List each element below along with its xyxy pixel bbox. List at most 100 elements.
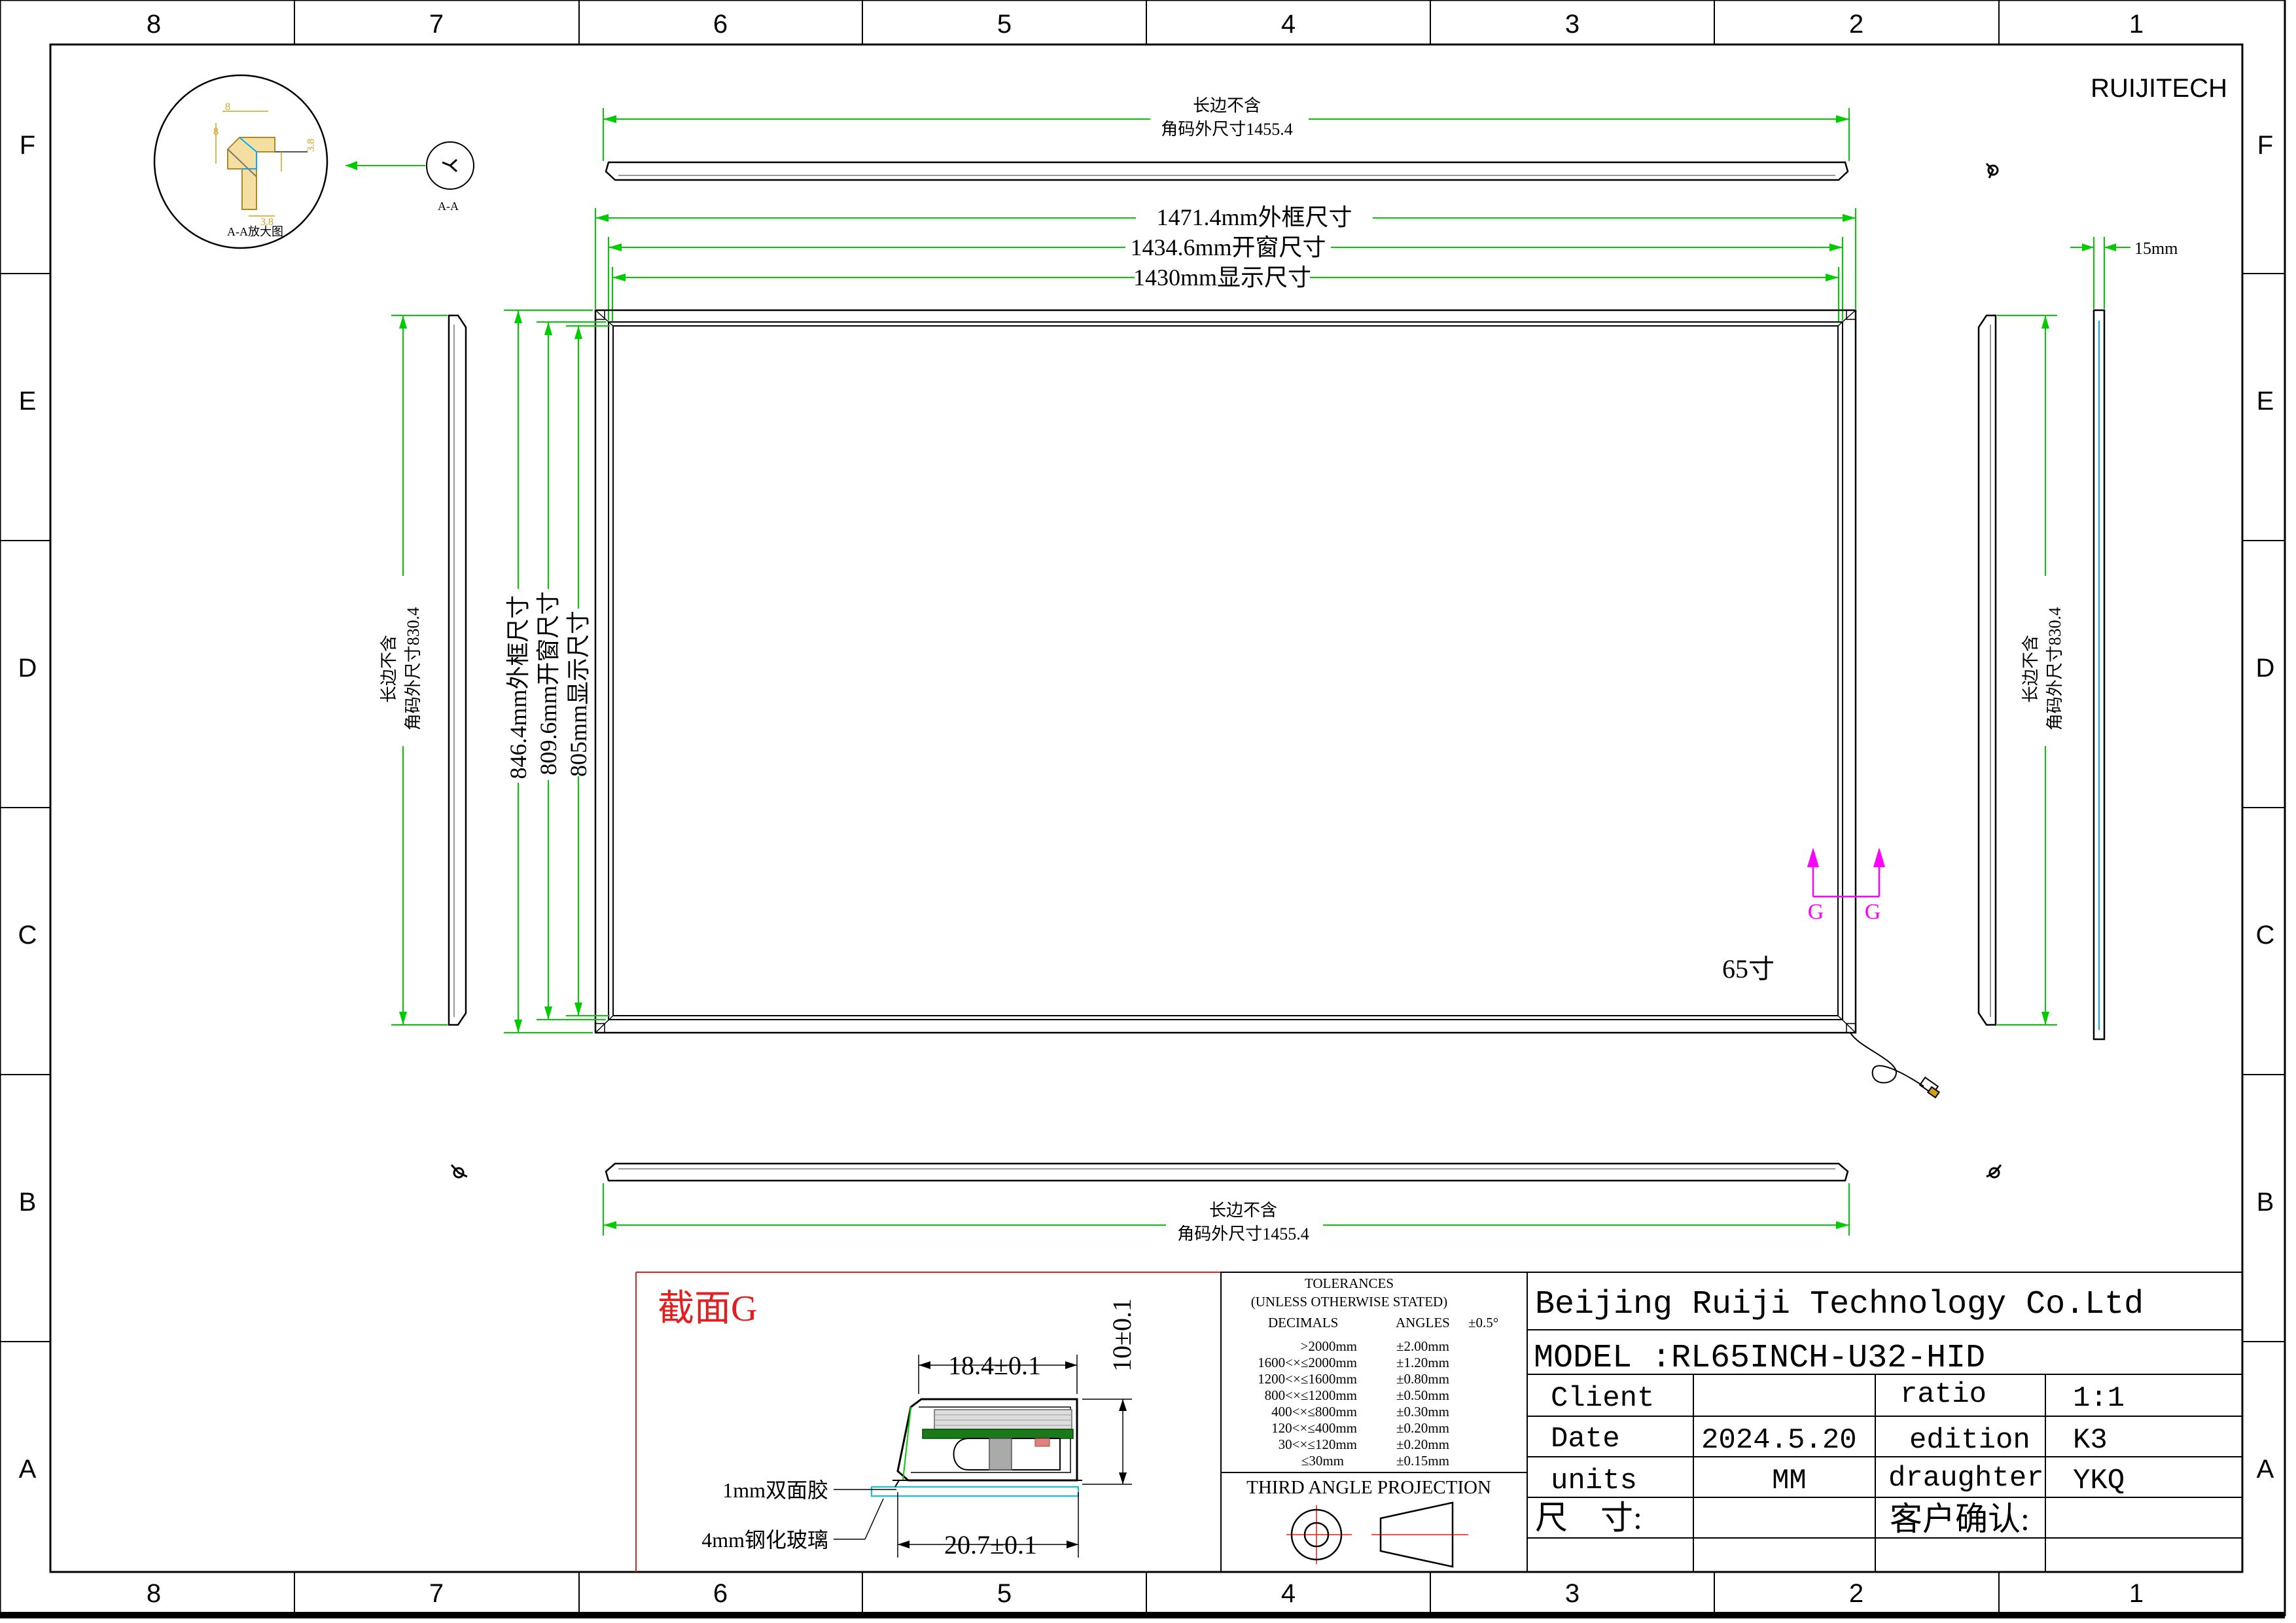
left-rail-label-1: 长边不含 <box>380 635 398 703</box>
row-label-E: E <box>19 387 37 416</box>
side-view <box>2093 309 2106 1041</box>
ratio-label: ratio <box>1900 1378 1987 1411</box>
brand-label: RUIJITECH <box>2091 74 2227 103</box>
detail-view-aa: 8 8 3.8 3.8 A-A放大图 A-A <box>153 74 474 249</box>
window-width-arrow-l <box>609 243 622 251</box>
detail-caption: A-A放大图 <box>227 225 283 238</box>
tolerances-block: TOLERANCES (UNLESS OTHERWISE STATED) DEC… <box>1220 1272 1528 1573</box>
section-height: 10±0.1 <box>1107 1298 1137 1372</box>
window-width-arrow-r <box>1829 243 1843 251</box>
bottom-rail-arrow-left <box>603 1221 616 1229</box>
row-label-B-right: B <box>2257 1188 2274 1217</box>
window-height-label: 809.6mm开窗尺寸 <box>535 591 561 775</box>
client-label: Client <box>1551 1382 1654 1415</box>
row-label-D-right: D <box>2256 654 2275 683</box>
right-rail <box>1977 314 1997 1026</box>
tol-value: ±0.15mm <box>1396 1453 1449 1469</box>
outer-height-arrow-b <box>514 1020 522 1033</box>
date-value: 2024.5.20 <box>1701 1424 1857 1457</box>
usb-cable-icon <box>1850 1032 1940 1099</box>
customer-confirm-label: 客户确认: <box>1890 1501 2030 1537</box>
row-label-E-right: E <box>2257 387 2274 416</box>
tol-range: 400<×≤800mm <box>1271 1404 1357 1419</box>
col-label-1-bottom: 1 <box>2129 1579 2144 1608</box>
screw-icon <box>1986 1164 2002 1179</box>
right-rail-label-2: 角码外尺寸830.4 <box>2045 607 2064 731</box>
col-label-2-bottom: 2 <box>1849 1579 1863 1608</box>
detail-dim-right: 3.8 <box>306 139 317 152</box>
col-label-1: 1 <box>2129 10 2144 39</box>
size-label: 65寸 <box>1722 954 1775 984</box>
row-label-A: A <box>19 1455 37 1484</box>
row-label-F-right: F <box>2257 131 2273 160</box>
section-tape-label: 1mm双面胶 <box>722 1478 828 1502</box>
right-rail-label-1: 长边不含 <box>2021 635 2040 703</box>
col-label-7-bottom: 7 <box>429 1579 444 1608</box>
display-width-arrow-l <box>612 274 626 281</box>
display-width-label: 1430mm显示尺寸 <box>1133 264 1311 291</box>
edition-value: K3 <box>2073 1424 2108 1457</box>
window-width-label: 1434.6mm开窗尺寸 <box>1130 234 1326 260</box>
section-glass-label: 4mm钢化玻璃 <box>701 1528 828 1552</box>
section-label-left: G <box>1808 900 1824 924</box>
units-label: units <box>1551 1465 1637 1497</box>
top-rail <box>605 161 1849 181</box>
bottom-rail-arrow-right <box>1836 1221 1849 1229</box>
window-height-arrow-b <box>544 1007 552 1020</box>
section-arrow-right <box>1873 847 1885 867</box>
display-width-arrow-r <box>1826 274 1839 281</box>
section-arrow-left <box>1807 847 1819 867</box>
tol-range: >2000mm <box>1300 1338 1357 1354</box>
depth-dimension <box>2070 237 2130 309</box>
tol-range: ≤30mm <box>1301 1453 1344 1469</box>
tol-value: ±0.20mm <box>1396 1420 1449 1436</box>
col-label-4: 4 <box>1281 10 1296 39</box>
top-rail-label-2: 角码外尺寸1455.4 <box>1161 120 1293 139</box>
display-height-arrow-b <box>574 1003 582 1016</box>
tol-value: ±0.30mm <box>1396 1404 1449 1419</box>
draughter-value: YKQ <box>2073 1465 2125 1497</box>
screw-icon <box>450 1164 468 1179</box>
left-rail-arrow-bottom <box>399 1012 407 1025</box>
col-label-5-bottom: 5 <box>997 1579 1012 1608</box>
projection-label: THIRD ANGLE PROJECTION <box>1246 1477 1491 1498</box>
tol-range: 120<×≤400mm <box>1271 1420 1357 1436</box>
row-label-B: B <box>19 1188 37 1217</box>
bottom-rail-label-1: 长边不含 <box>1209 1201 1277 1220</box>
display-height-arrow-t <box>574 326 582 339</box>
window-height-arrow-t <box>544 322 552 335</box>
company-name: Beijing Ruiji Technology Co.Ltd <box>1535 1286 2144 1323</box>
main-frame <box>594 309 1857 1034</box>
tolerances-subtitle: (UNLESS OTHERWISE STATED) <box>1251 1294 1447 1310</box>
ratio-value: 1:1 <box>2073 1382 2125 1415</box>
row-label-D: D <box>18 654 37 683</box>
units-value: MM <box>1772 1465 1807 1497</box>
row-label-A-right: A <box>2257 1455 2274 1484</box>
row-label-C-right: C <box>2256 921 2275 950</box>
bottom-rail-label-2: 角码外尺寸1455.4 <box>1177 1224 1309 1243</box>
depth-label: 15mm <box>2134 239 2178 258</box>
outer-width-label: 1471.4mm外框尺寸 <box>1156 204 1352 230</box>
tol-range: 30<×≤120mm <box>1279 1436 1357 1452</box>
section-label-right: G <box>1865 900 1881 924</box>
col-label-3: 3 <box>1565 10 1580 39</box>
tol-value: ±0.50mm <box>1396 1387 1449 1403</box>
tol-value: ±0.20mm <box>1396 1436 1449 1452</box>
tol-value: ±1.20mm <box>1396 1355 1449 1370</box>
detail-dim-top: 8 <box>225 101 230 113</box>
row-label-C: C <box>18 921 37 950</box>
detail-ref-label: A-A <box>438 200 459 213</box>
left-rail-label-2: 角码外尺寸830.4 <box>404 607 423 731</box>
section-top-width: 18.4±0.1 <box>948 1351 1041 1380</box>
left-rail-arrow-top <box>399 315 407 329</box>
row-labels: F E D C B A F E D C B A <box>18 131 2275 1484</box>
screw-icon <box>1985 162 1999 179</box>
tol-value: ±2.00mm <box>1396 1338 1449 1354</box>
section-g-panel: 截面G 18.4±0.1 20.7±0.1 10±0.1 1mm双面胶 4mm钢… <box>635 1272 1221 1572</box>
outer-height-label: 846.4mm外框尺寸 <box>505 595 531 779</box>
outer-width-arrow-r <box>1843 214 1856 222</box>
outer-width-arrow-l <box>595 214 609 222</box>
right-rail-arrow-bottom <box>2041 1012 2049 1025</box>
col-label-6: 6 <box>713 10 728 39</box>
outer-height-arrow-t <box>514 310 522 323</box>
